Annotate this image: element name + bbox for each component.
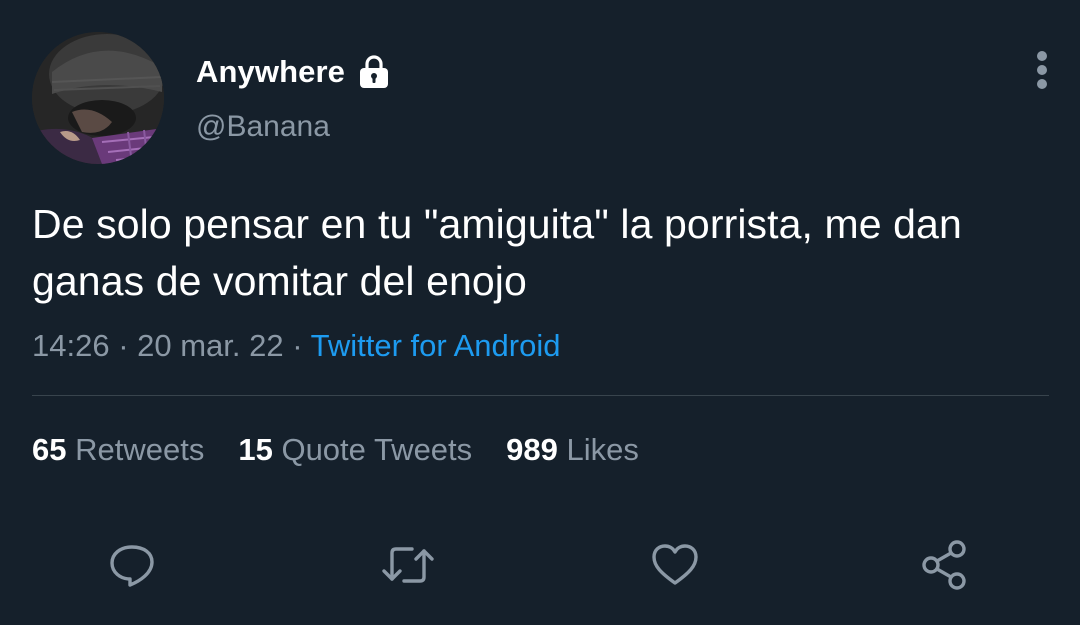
tweet-time: 14:26 [32, 328, 110, 363]
likes-stat[interactable]: 989 Likes [506, 432, 639, 468]
share-icon [922, 540, 966, 590]
tweet-detail: Anywhere @Banana De solo pensar en tu "a… [0, 0, 1080, 625]
retweet-icon [382, 547, 434, 583]
share-button[interactable] [915, 535, 975, 595]
more-vertical-icon[interactable] [1028, 50, 1056, 92]
meta-separator: · [292, 328, 311, 363]
reply-icon [110, 545, 154, 587]
retweets-count: 65 [32, 432, 67, 467]
divider [32, 395, 1049, 396]
tweet-date: 20 mar. 22 [137, 328, 284, 363]
meta-separator: · [118, 328, 138, 363]
quote-tweets-count: 15 [238, 432, 273, 467]
tweet-meta: 14:26 · 20 mar. 22 · Twitter for Android [32, 328, 560, 364]
retweets-stat[interactable]: 65 Retweets [32, 432, 204, 468]
tweet-text: De solo pensar en tu "amiguita" la porri… [32, 201, 962, 304]
avatar[interactable] [32, 32, 164, 164]
lock-icon [355, 53, 393, 91]
retweets-label: Retweets [75, 432, 205, 467]
avatar-image [32, 32, 164, 164]
like-button[interactable] [645, 535, 705, 595]
display-name[interactable]: Anywhere [196, 54, 345, 90]
author-name-row: Anywhere [196, 52, 393, 92]
likes-count: 989 [506, 432, 558, 467]
quote-tweets-stat[interactable]: 15 Quote Tweets [238, 432, 472, 468]
quote-tweets-label: Quote Tweets [281, 432, 473, 467]
reply-button[interactable] [102, 535, 162, 595]
tweet-stats: 65 Retweets 15 Quote Tweets 989 Likes [32, 432, 673, 468]
heart-icon [652, 544, 698, 585]
likes-label: Likes [566, 432, 639, 467]
retweet-button[interactable] [378, 535, 438, 595]
tweet-source-link[interactable]: Twitter for Android [311, 328, 561, 363]
handle[interactable]: @Banana [196, 110, 330, 144]
